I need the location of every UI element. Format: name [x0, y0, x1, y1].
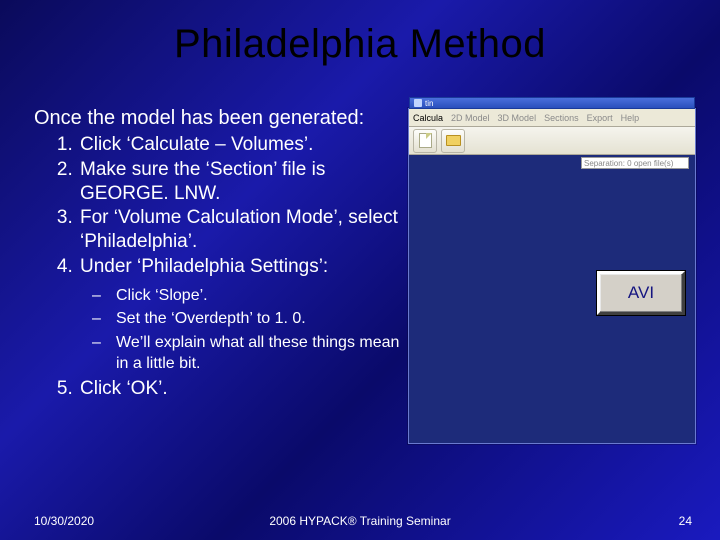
footer-page-number: 24	[679, 514, 692, 528]
toolbar-button-open[interactable]	[441, 129, 465, 153]
open-folder-icon	[446, 135, 461, 146]
footer-center: 2006 HYPACK® Training Seminar	[0, 514, 720, 528]
substep-2: Set the ‘Overdepth’ to 1. 0.	[92, 308, 402, 330]
menu-item[interactable]: 3D Model	[498, 113, 537, 123]
status-box: Separation: 0 open file(s)	[581, 157, 689, 169]
step-4-text: Under ‘Philadelphia Settings’:	[80, 256, 328, 277]
body-text: Once the model has been generated: Click…	[34, 106, 402, 402]
toolbar-button-new[interactable]	[413, 129, 437, 153]
menu-item[interactable]: Sections	[544, 113, 579, 123]
main-list: Click ‘Calculate – Volumes’. Make sure t…	[34, 133, 402, 401]
new-file-icon	[419, 133, 432, 148]
slide: Philadelphia Method Once the model has b…	[0, 0, 720, 540]
menu-item[interactable]: Export	[587, 113, 613, 123]
menu-item[interactable]: Help	[621, 113, 640, 123]
slide-title: Philadelphia Method	[0, 22, 720, 67]
step-5: Click ‘OK’.	[78, 377, 402, 401]
step-2: Make sure the ‘Section’ file is GEORGE. …	[78, 158, 402, 206]
menu-item[interactable]: 2D Model	[451, 113, 490, 123]
substep-3: We’ll explain what all these things mean…	[92, 332, 402, 375]
step-4: Under ‘Philadelphia Settings’: Click ‘Sl…	[78, 255, 402, 375]
window-title: tin	[425, 99, 433, 108]
avi-button[interactable]: AVI	[597, 271, 685, 315]
menu-item[interactable]: Calcula	[413, 113, 443, 123]
sub-list: Click ‘Slope’. Set the ‘Overdepth’ to 1.…	[80, 285, 402, 375]
screenshot-panel: tin Calcula 2D Model 3D Model Sections E…	[408, 108, 696, 444]
toolbar	[409, 127, 695, 155]
intro-line: Once the model has been generated:	[34, 106, 402, 131]
step-3: For ‘Volume Calculation Mode’, select ‘P…	[78, 206, 402, 254]
substep-1: Click ‘Slope’.	[92, 285, 402, 307]
window-titlebar: tin	[409, 97, 695, 109]
avi-label: AVI	[628, 283, 654, 303]
app-icon	[414, 99, 422, 107]
menu-bar: Calcula 2D Model 3D Model Sections Expor…	[409, 109, 695, 127]
step-1: Click ‘Calculate – Volumes’.	[78, 133, 402, 157]
